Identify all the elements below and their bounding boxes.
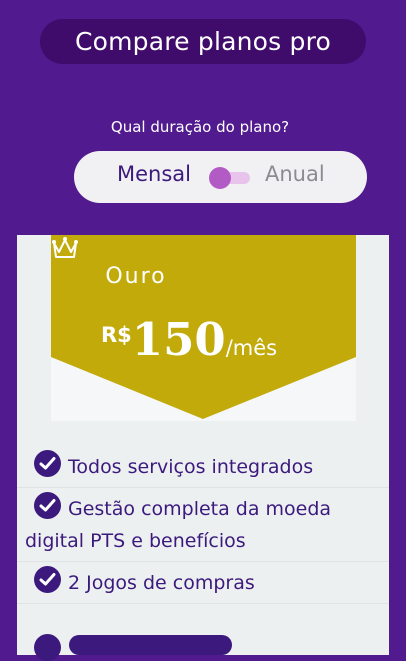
billing-switch[interactable] (209, 167, 253, 189)
price-currency: R$ (101, 323, 132, 347)
plan-card: Ouro R$150/mês Todos serviços integrados… (17, 235, 389, 655)
price-period: /mês (225, 336, 278, 360)
plan-name: Ouro (105, 264, 167, 289)
monthly-option[interactable]: Mensal (117, 162, 191, 186)
check-circle-icon (34, 492, 61, 519)
page-title: Compare planos pro (74, 27, 332, 56)
billing-period-toggle: Mensal Anual (74, 151, 367, 203)
price-amount: 150 (131, 313, 226, 366)
feature-item: 2 Jogos de compras (17, 562, 389, 604)
check-circle-icon (34, 450, 61, 477)
feature-item: Todos serviços integrados (17, 446, 389, 488)
plan-price: R$150/mês (101, 313, 277, 366)
billing-question: Qual duração do plano? (110, 118, 290, 136)
feature-list: Todos serviços integrados Gestão complet… (17, 446, 389, 604)
feature-label: 2 Jogos de compras (68, 572, 255, 594)
switch-knob (209, 167, 231, 189)
crown-icon (52, 237, 78, 258)
feature-label: Gestão completa da moeda digital PTS e b… (25, 498, 332, 552)
feature-pill-partial (69, 635, 232, 655)
page-title-pill: Compare planos pro (40, 19, 366, 64)
check-circle-icon (34, 634, 61, 661)
feature-label: Todos serviços integrados (68, 456, 314, 478)
feature-item: Gestão completa da moeda digital PTS e b… (17, 488, 389, 562)
plan-banner: Ouro R$150/mês (51, 235, 356, 421)
annual-option[interactable]: Anual (265, 162, 325, 186)
check-circle-icon (34, 566, 61, 593)
